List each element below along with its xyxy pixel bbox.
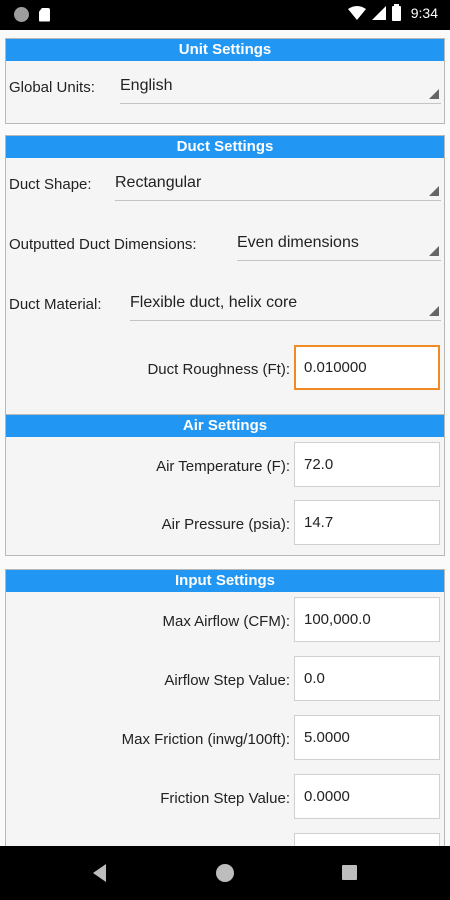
home-icon[interactable]	[216, 864, 234, 882]
dropdown-caret-icon	[429, 186, 439, 196]
duct-shape-value: Rectangular	[115, 174, 202, 191]
max-friction-label: Max Friction (inwg/100ft):	[121, 731, 290, 748]
dropdown-caret-icon	[429, 246, 439, 256]
global-units-label: Global Units:	[9, 79, 95, 96]
wifi-icon	[347, 6, 366, 20]
duct-roughness-label: Duct Roughness (Ft):	[147, 361, 290, 378]
signal-icon	[371, 6, 386, 20]
dropdown-caret-icon	[429, 89, 439, 99]
air-temperature-input[interactable]: 72.0	[294, 442, 440, 487]
status-bar: 9:34	[0, 0, 450, 30]
duct-material-label: Duct Material:	[9, 296, 102, 313]
friction-step-label: Friction Step Value:	[160, 790, 290, 807]
unit-settings-header: Unit Settings	[6, 39, 444, 61]
input-settings-section: Input Settings Max Airflow (CFM): 100,00…	[5, 569, 445, 846]
sim-card-icon	[39, 7, 50, 22]
duct-shape-dropdown[interactable]: Rectangular	[115, 170, 441, 201]
duct-dimensions-label: Outputted Duct Dimensions:	[9, 236, 197, 253]
duct-roughness-input[interactable]: 0.010000	[294, 345, 440, 390]
max-airflow-label: Max Airflow (CFM):	[162, 613, 291, 630]
friction-step-input[interactable]: 0.0000	[294, 774, 440, 819]
duct-shape-label: Duct Shape:	[9, 176, 92, 193]
status-bar-left	[14, 7, 50, 22]
duct-dimensions-dropdown[interactable]: Even dimensions	[237, 230, 441, 261]
duct-material-dropdown[interactable]: Flexible duct, helix core	[130, 290, 441, 321]
circle-icon	[14, 7, 29, 22]
global-units-dropdown[interactable]: English	[120, 73, 441, 104]
navigation-bar	[0, 846, 450, 900]
dropdown-caret-icon	[429, 306, 439, 316]
status-time: 9:34	[410, 5, 438, 21]
max-airflow-input[interactable]: 100,000.0	[294, 597, 440, 642]
duct-settings-section: Duct Settings Duct Shape: Rectangular Ou…	[5, 135, 445, 428]
air-temperature-label: Air Temperature (F):	[156, 458, 290, 475]
global-units-value: English	[120, 77, 173, 94]
status-bar-right: 9:34	[347, 3, 438, 21]
air-pressure-label: Air Pressure (psia):	[161, 516, 290, 533]
air-settings-section: Air Settings Air Temperature (F): 72.0 A…	[5, 414, 445, 556]
duct-settings-header: Duct Settings	[6, 136, 444, 158]
air-pressure-input[interactable]: 14.7	[294, 500, 440, 545]
input-settings-header: Input Settings	[6, 570, 444, 592]
duct-dimensions-value: Even dimensions	[237, 234, 359, 251]
battery-icon	[391, 3, 401, 21]
next-input-partial[interactable]	[294, 833, 440, 846]
global-units-row: Global Units: English	[6, 61, 444, 123]
settings-scroll-view[interactable]: Unit Settings Global Units: English Duct…	[0, 30, 450, 846]
air-settings-header: Air Settings	[6, 415, 444, 437]
duct-material-value: Flexible duct, helix core	[130, 294, 298, 311]
back-icon[interactable]	[93, 864, 106, 882]
airflow-step-label: Airflow Step Value:	[164, 672, 290, 689]
max-friction-input[interactable]: 5.0000	[294, 715, 440, 760]
airflow-step-input[interactable]: 0.0	[294, 656, 440, 701]
unit-settings-section: Unit Settings Global Units: English	[5, 38, 445, 124]
recents-icon[interactable]	[342, 865, 357, 880]
